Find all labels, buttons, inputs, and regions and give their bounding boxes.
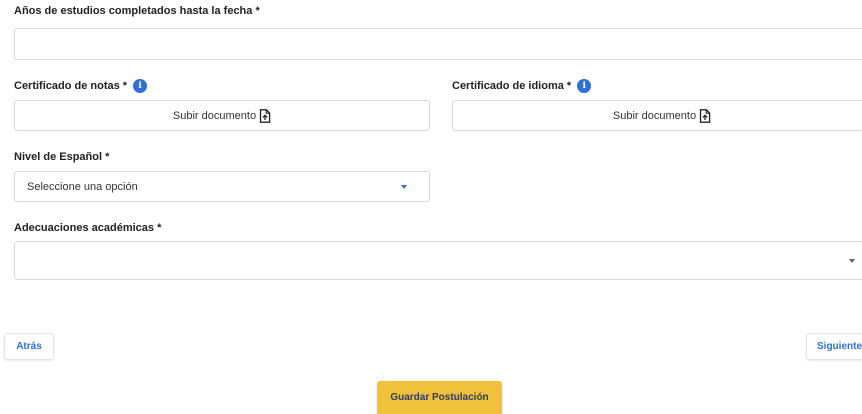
info-icon[interactable]: i	[577, 79, 592, 93]
language-certificate-label: Certificado de idioma * i	[452, 79, 592, 93]
caret-down-icon	[401, 185, 407, 189]
spanish-level-value: Seleccione una opción	[27, 180, 138, 193]
save-application-label: Guardar Postulación	[390, 392, 489, 403]
application-form: Años de estudios completados hasta la fe…	[0, 0, 862, 414]
language-certificate-label-text: Certificado de idioma *	[452, 80, 572, 92]
academic-accommodations-label: Adecuaciones académicas *	[14, 222, 161, 234]
grades-certificate-label-text: Certificado de notas *	[14, 80, 128, 92]
academic-accommodations-label-text: Adecuaciones académicas *	[14, 222, 162, 234]
spanish-level-label-text: Nivel de Español *	[14, 151, 110, 163]
next-button-label: Siguiente	[817, 341, 862, 352]
grades-upload-button[interactable]: Subir documento	[14, 100, 430, 131]
academic-accommodations-select[interactable]	[14, 241, 862, 280]
language-upload-button[interactable]: Subir documento	[452, 100, 862, 131]
back-button[interactable]: Atrás	[4, 333, 54, 360]
file-upload-icon	[699, 108, 711, 123]
save-application-button[interactable]: Guardar Postulación	[377, 381, 502, 414]
grades-upload-label: Subir documento	[172, 109, 257, 122]
info-icon[interactable]: i	[133, 79, 148, 93]
spanish-level-label: Nivel de Español *	[14, 151, 109, 163]
back-button-label: Atrás	[16, 341, 42, 352]
next-button[interactable]: Siguiente	[806, 333, 862, 360]
years-of-study-input[interactable]	[14, 28, 862, 60]
caret-down-icon	[849, 259, 855, 263]
years-of-study-label: Años de estudios completados hasta la fe…	[14, 5, 260, 17]
years-of-study-label-text: Años de estudios completados hasta la fe…	[14, 5, 260, 17]
grades-certificate-label: Certificado de notas * i	[14, 79, 148, 93]
language-upload-label: Subir documento	[612, 109, 697, 122]
spanish-level-select[interactable]: Seleccione una opción	[14, 171, 430, 202]
file-upload-icon	[259, 108, 271, 123]
